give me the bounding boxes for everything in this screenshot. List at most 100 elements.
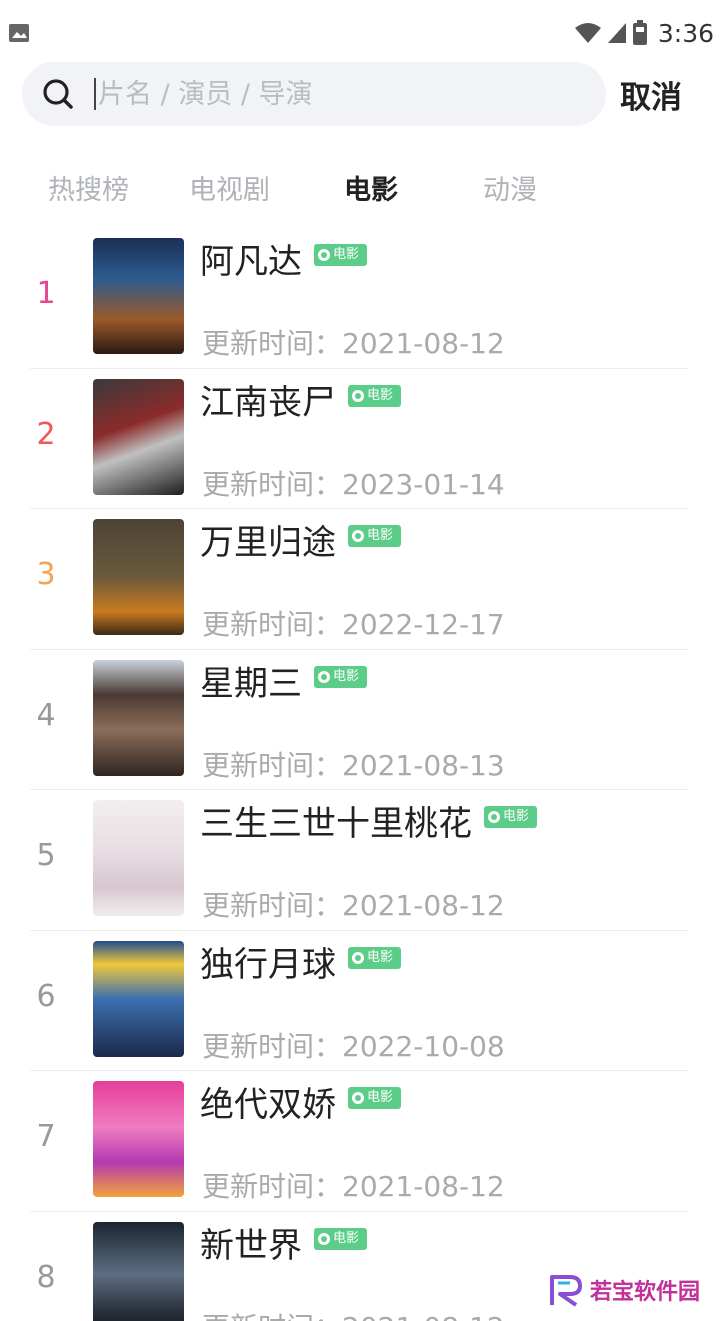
movie-tag-badge: 电影: [348, 946, 402, 969]
list-item[interactable]: 6 独行月球 电影 更新时间：2022-10-08: [0, 931, 720, 1072]
title-wrap: 江南丧尸 电影: [200, 379, 402, 427]
cancel-button[interactable]: 取消: [620, 72, 682, 117]
play-circle-icon: [352, 951, 364, 964]
tag-label: 电影: [367, 528, 394, 543]
movie-tag-badge: 电影: [348, 1087, 402, 1109]
update-prefix: 更新时间：: [202, 1311, 342, 1321]
update-prefix: 更新时间：: [202, 889, 343, 922]
play-circle-icon: [352, 530, 364, 542]
update-time: 更新时间：2021-08-13: [202, 744, 505, 784]
update-date: 2022-12-17: [342, 608, 505, 641]
update-time: 更新时间：2021-08-12: [202, 322, 505, 362]
tag-label: 电影: [333, 1230, 360, 1246]
search-icon: [43, 79, 73, 109]
movie-title[interactable]: 新世界: [200, 1222, 302, 1270]
poster-home-coming[interactable]: [93, 519, 184, 635]
movie-title[interactable]: 万里归途: [200, 519, 336, 567]
update-date: 2021-08-12: [342, 1311, 505, 1321]
update-time: 更新时间：2021-08-12: [202, 1306, 505, 1321]
update-prefix: 更新时间：: [202, 327, 343, 360]
poster-avatar[interactable]: [93, 238, 184, 354]
update-date: 2023-01-14: [342, 467, 505, 501]
list-item[interactable]: 7 绝代双娇 电影 更新时间：2021-08-12: [0, 1071, 720, 1212]
update-date: 2021-08-12: [342, 327, 505, 360]
rank-number: 1: [36, 276, 56, 311]
play-circle-icon: [352, 389, 364, 402]
tab-movies[interactable]: 电影: [344, 168, 398, 207]
battery-icon: [632, 20, 647, 45]
play-circle-icon: [318, 1232, 330, 1245]
movie-title[interactable]: 星期三: [200, 660, 302, 708]
tag-label: 电影: [367, 1090, 394, 1105]
tag-label: 电影: [333, 668, 360, 684]
movie-tag-badge: 电影: [314, 244, 368, 266]
tab-anime[interactable]: 动漫: [483, 168, 537, 207]
update-prefix: 更新时间：: [202, 748, 343, 782]
rank-number: 4: [36, 697, 56, 733]
status-bar: 3:36: [0, 0, 720, 66]
update-date: 2021-08-12: [342, 889, 505, 922]
play-circle-icon: [318, 249, 330, 261]
movie-title[interactable]: 绝代双娇: [200, 1081, 336, 1129]
movie-title[interactable]: 三生三世十里桃花: [200, 800, 472, 848]
play-circle-icon: [318, 670, 330, 683]
rank-number: 6: [36, 978, 56, 1014]
search-row: 取消: [22, 62, 702, 126]
watermark-logo-icon: [549, 1275, 582, 1307]
movie-tag-badge: 电影: [348, 384, 402, 407]
poster-handsome-siblings[interactable]: [93, 1081, 184, 1197]
watermark: 若宝软件园: [548, 1273, 700, 1307]
update-time: 更新时间：2021-08-12: [202, 884, 505, 924]
update-prefix: 更新时间：: [202, 608, 343, 641]
poster-moon-man[interactable]: [93, 940, 184, 1057]
list-item[interactable]: 5 三生三世十里桃花 电影 更新时间：2021-08-12: [0, 790, 720, 931]
poster-wednesday[interactable]: [93, 659, 184, 776]
list-item[interactable]: 3 万里归途 电影 更新时间：2022-12-17: [0, 509, 720, 650]
movie-title[interactable]: 独行月球: [200, 941, 336, 989]
search-box[interactable]: [22, 62, 606, 126]
movie-tag-badge: 电影: [484, 806, 538, 828]
list-item[interactable]: 1 阿凡达 电影 更新时间：2021-08-12: [0, 228, 720, 369]
update-time: 更新时间：2021-08-12: [202, 1165, 505, 1205]
update-prefix: 更新时间：: [202, 467, 343, 501]
movie-tag-badge: 电影: [314, 1227, 368, 1250]
poster-eternal-love[interactable]: [93, 800, 184, 916]
update-time: 更新时间：2022-10-08: [202, 1025, 505, 1065]
movie-title[interactable]: 阿凡达: [200, 238, 302, 286]
category-tabs: 热搜榜 电视剧 电影 动漫: [0, 168, 720, 214]
wifi-icon: [574, 23, 601, 43]
movie-tag-badge: 电影: [314, 665, 368, 688]
title-wrap: 阿凡达 电影: [200, 238, 368, 286]
update-prefix: 更新时间：: [202, 1170, 343, 1203]
status-time: 3:36: [657, 18, 714, 48]
update-date: 2021-08-13: [342, 748, 505, 782]
list-item[interactable]: 4 星期三 电影 更新时间：2021-08-13: [0, 650, 720, 791]
movie-tag-badge: 电影: [348, 525, 402, 547]
movie-title[interactable]: 江南丧尸: [200, 379, 336, 427]
rank-number: 8: [36, 1259, 56, 1295]
rank-number: 5: [36, 838, 56, 873]
update-prefix: 更新时间：: [202, 1029, 343, 1063]
title-wrap: 独行月球 电影: [200, 941, 402, 989]
play-circle-icon: [488, 811, 500, 823]
tag-label: 电影: [367, 949, 394, 965]
tag-label: 电影: [367, 387, 394, 403]
list-item[interactable]: 2 江南丧尸 电影 更新时间：2023-01-14: [0, 369, 720, 510]
status-indicators: 3:36: [574, 18, 714, 48]
tab-tv-series[interactable]: 电视剧: [189, 168, 270, 207]
text-cursor: [94, 78, 96, 110]
update-time: 更新时间：2022-12-17: [202, 603, 505, 643]
search-input[interactable]: [98, 68, 578, 120]
poster-jiangnan-zombie[interactable]: [93, 378, 184, 495]
update-date: 2021-08-12: [342, 1170, 505, 1203]
watermark-text: 若宝软件园: [589, 1280, 700, 1305]
rank-number: 7: [36, 1119, 56, 1154]
tag-label: 电影: [333, 247, 360, 262]
title-wrap: 绝代双娇 电影: [200, 1081, 402, 1129]
tab-hot-search[interactable]: 热搜榜: [48, 168, 129, 207]
image-notification-icon: [9, 24, 29, 42]
title-wrap: 三生三世十里桃花 电影: [200, 800, 538, 848]
poster-new-world[interactable]: [93, 1221, 184, 1321]
cell-signal-icon: [607, 23, 626, 43]
update-time: 更新时间：2023-01-14: [202, 463, 505, 503]
